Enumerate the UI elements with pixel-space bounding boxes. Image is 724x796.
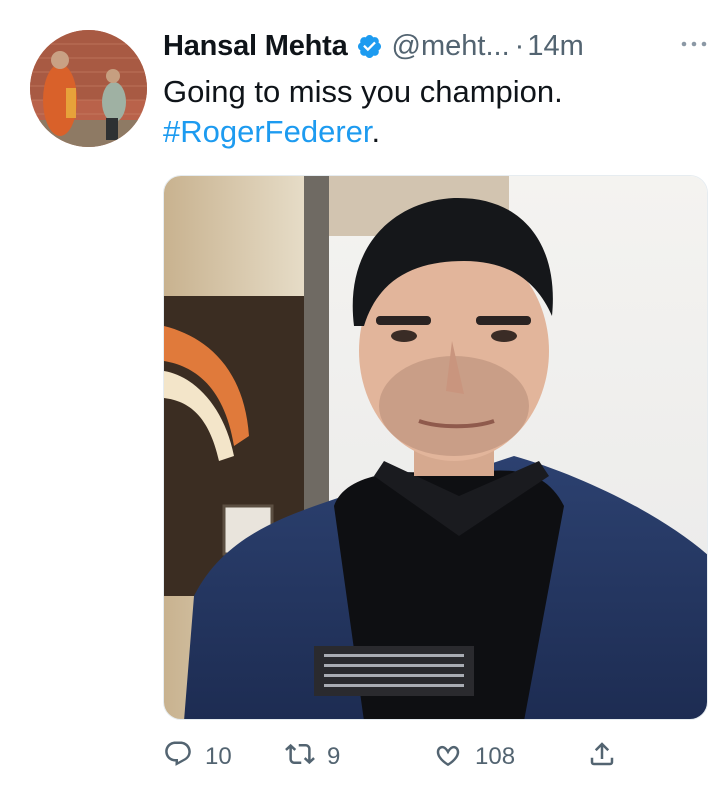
tweet-hashtag-line: #RogerFederer. bbox=[163, 112, 703, 152]
reply-button[interactable]: 10 bbox=[163, 737, 232, 777]
heart-icon bbox=[433, 739, 463, 776]
like-button[interactable]: 108 bbox=[433, 737, 515, 777]
tweet-timestamp[interactable]: 14m bbox=[527, 30, 583, 63]
author-name[interactable]: Hansal Mehta bbox=[163, 30, 348, 63]
hashtag-link[interactable]: #RogerFederer bbox=[163, 114, 372, 149]
tweet-header: Hansal Mehta @meht... · 14m bbox=[163, 26, 584, 66]
tweet-text: Going to miss you champion. #RogerFedere… bbox=[163, 72, 703, 152]
author-handle[interactable]: @meht... bbox=[392, 30, 510, 63]
tweet-actions: 10 9 108 bbox=[163, 737, 633, 777]
share-icon bbox=[587, 739, 617, 776]
more-options-icon[interactable] bbox=[676, 32, 712, 56]
retweet-button[interactable]: 9 bbox=[285, 737, 340, 777]
verified-badge-icon bbox=[356, 33, 383, 60]
retweet-icon bbox=[285, 739, 315, 776]
tweet-text-line: Going to miss you champion. bbox=[163, 74, 563, 109]
retweet-count: 9 bbox=[327, 743, 341, 770]
reply-icon bbox=[163, 739, 193, 776]
tweet-image[interactable] bbox=[163, 175, 708, 720]
like-count: 108 bbox=[475, 743, 516, 770]
separator-dot: · bbox=[514, 29, 525, 62]
reply-count: 10 bbox=[205, 743, 232, 770]
avatar[interactable] bbox=[30, 30, 147, 147]
share-button[interactable] bbox=[587, 737, 617, 777]
hashtag-suffix: . bbox=[371, 114, 381, 149]
